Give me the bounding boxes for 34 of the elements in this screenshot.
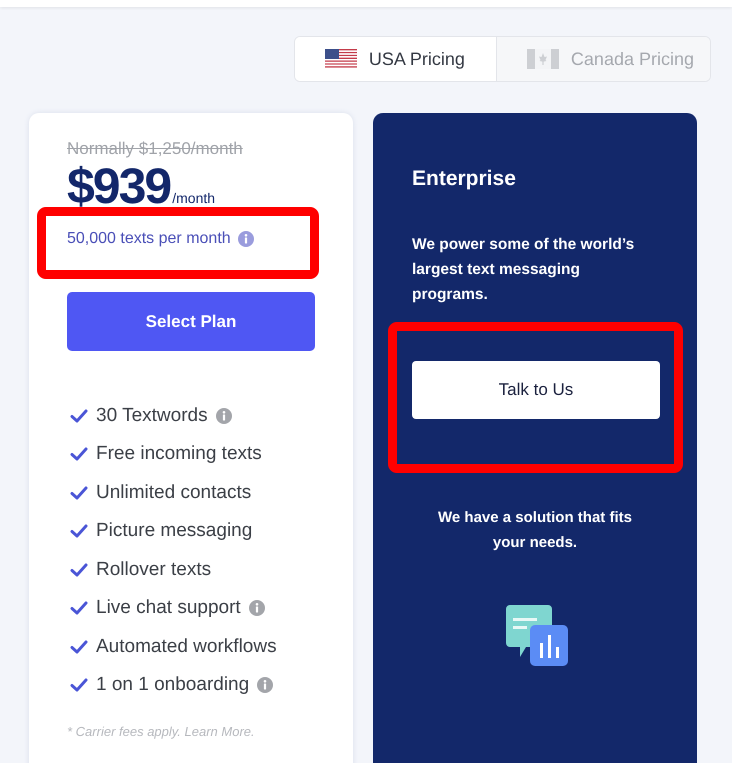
chat-chart-icon — [506, 605, 568, 666]
plan-title: Enterprise — [412, 167, 517, 191]
feature-text: 30 Textwords — [96, 404, 208, 426]
feature-text: Picture messaging — [96, 520, 252, 542]
check-icon — [70, 678, 88, 692]
check-icon — [70, 447, 88, 461]
check-icon — [70, 562, 88, 576]
check-icon — [70, 640, 88, 654]
info-icon[interactable] — [257, 677, 274, 693]
check-icon — [70, 486, 88, 500]
region-tab[interactable]: USA Pricing — [294, 37, 497, 81]
check-icon — [70, 408, 88, 422]
select-plan-button[interactable]: Select Plan — [67, 292, 315, 351]
info-icon[interactable] — [216, 408, 232, 424]
flag-icon — [526, 49, 559, 69]
check-icon — [70, 601, 88, 615]
info-icon[interactable] — [238, 231, 254, 247]
info-icon[interactable] — [248, 600, 265, 616]
flag-icon — [324, 49, 357, 69]
solution-note: We have a solution that fits your needs. — [437, 508, 633, 553]
original-price: Normally $1,250/month — [67, 139, 244, 159]
plan-description: We power some of the world’s largest text messaging programs. — [412, 235, 636, 305]
feature-text: Rollover texts — [96, 558, 212, 580]
talk-to-us-button[interactable]: Talk to Us — [412, 361, 660, 419]
footnote: * Carrier fees apply. Learn More. — [67, 724, 256, 738]
price-period: /month — [172, 190, 216, 206]
feature-text: Free incoming texts — [96, 443, 262, 465]
feature-text: Unlimited contacts — [96, 482, 252, 504]
check-icon — [70, 524, 88, 538]
feature-text: Live chat support — [96, 597, 241, 619]
texts-per-month: 50,000 texts per month — [67, 230, 231, 248]
feature-text: 1 on 1 onboarding — [96, 674, 250, 696]
price: $939 — [67, 161, 170, 211]
feature-text: Automated workflows — [96, 636, 277, 658]
